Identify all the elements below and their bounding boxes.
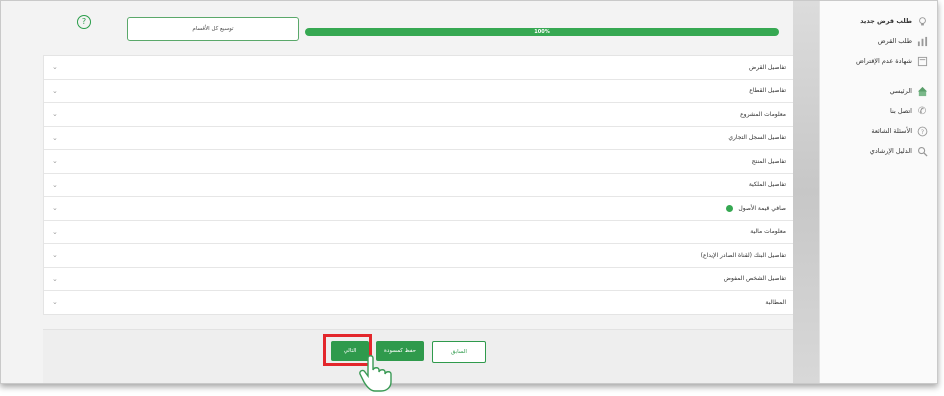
pointer-hand-icon [359,355,392,392]
progress-bar: 100% [305,28,779,36]
help-circle-icon: ? [916,125,928,137]
search-icon [916,145,928,157]
sidebar-item-no-borrowing-certificate[interactable]: شهادة عدم الإقتراض [820,51,937,71]
accordion-section[interactable]: تفاصيل البنك (لقناة الصادر الإيداع) ⌄ [44,244,794,268]
chevron-down-icon[interactable]: ⌄ [52,110,58,118]
section-title: تفاصيل الملكية [748,181,786,189]
chevron-down-icon[interactable]: ⌄ [52,157,58,165]
sidebar-item-home[interactable]: الرئيسي [820,81,937,101]
top-bar: ? توسيع كل الأقسام 100% [9,1,793,45]
sidebar-item-label: الرئيسي [889,87,912,95]
sidebar-item-label: طلب قرض جديد [860,17,912,25]
lightbulb-icon [916,15,928,27]
main-content: ? توسيع كل الأقسام 100% تفاصيل القرض ⌄ تفا… [9,1,795,383]
document-icon [916,55,928,67]
section-title: صافي قيمة الأصول [738,204,786,212]
app-window: ? توسيع كل الأقسام 100% تفاصيل القرض ⌄ تفا… [0,0,938,384]
svg-text:?: ? [920,127,923,135]
sidebar-item-label: الدليل الإرشادي [869,147,912,155]
sidebar-item-label: الأسئلة الشائعة [871,127,912,135]
chevron-down-icon[interactable]: ⌄ [52,87,58,95]
sidebar-item-label: شهادة عدم الإقتراض [855,57,912,65]
section-title: تفاصيل الشخص المفوض [723,275,786,283]
accordion-section[interactable]: معلومات مالية ⌄ [44,221,794,244]
sidebar-item-guide[interactable]: الدليل الإرشادي [820,141,937,161]
chevron-down-icon[interactable]: ⌄ [52,204,58,212]
phone-icon: ✆ [917,105,927,117]
chevron-down-icon[interactable]: ⌄ [52,181,58,189]
complete-check-icon [726,204,734,212]
section-title: معلومات مالية [750,228,786,236]
accordion-section[interactable]: تفاصيل الملكية ⌄ [44,174,794,197]
section-title: معلومات المشروع [740,110,786,118]
sidebar-item-contact[interactable]: ✆ اتصل بنا [820,101,937,121]
chevron-down-icon[interactable]: ⌄ [52,63,58,71]
sidebar-item-new-loan[interactable]: طلب قرض جديد [820,11,937,31]
accordion-section[interactable]: معلومات المشروع ⌄ [44,103,794,127]
back-button[interactable]: السابق [432,341,486,363]
sidebar-divider [793,1,819,383]
sidebar-item-label: اتصل بنا [890,107,912,115]
bar-chart-icon [916,35,928,47]
chevron-down-icon[interactable]: ⌄ [52,298,58,306]
chevron-down-icon[interactable]: ⌄ [52,228,58,236]
section-title: تفاصيل المنتج [751,157,786,165]
expand-all-button[interactable]: توسيع كل الأقسام [127,17,299,41]
sections-accordion: تفاصيل القرض ⌄ تفاصيل القطاع ⌄ معلومات المشر… [43,55,795,315]
sidebar: طلب قرض جديد طلب القرض شهادة عدم الإقترا… [819,1,937,383]
section-title: تفاصيل القطاع [749,87,786,95]
section-title: المطالبة [765,298,786,306]
accordion-section[interactable]: المطالبة ⌄ [44,291,794,314]
accordion-section[interactable]: تفاصيل المنتج ⌄ [44,150,794,174]
section-title: تفاصيل البنك (لقناة الصادر الإيداع) [700,251,786,259]
sidebar-item-faq[interactable]: ? الأسئلة الشائعة [820,121,937,141]
accordion-section[interactable]: تفاصيل الشخص المفوض ⌄ [44,268,794,291]
accordion-section[interactable]: تفاصيل القطاع ⌄ [44,80,794,103]
chevron-down-icon[interactable]: ⌄ [52,134,58,142]
accordion-section[interactable]: تفاصيل السجل التجاري ⌄ [44,127,794,150]
help-icon[interactable]: ? [77,15,91,29]
sidebar-item-loan-request[interactable]: طلب القرض [820,31,937,51]
accordion-section[interactable]: تفاصيل القرض ⌄ [44,56,794,80]
chevron-down-icon[interactable]: ⌄ [52,251,58,259]
accordion-section[interactable]: صافي قيمة الأصول ⌄ [44,197,794,221]
section-title: تفاصيل السجل التجاري [728,134,786,142]
section-title: تفاصيل القرض [749,63,786,71]
chevron-down-icon[interactable]: ⌄ [52,275,58,283]
home-icon [916,85,928,97]
sidebar-item-label: طلب القرض [877,37,912,45]
